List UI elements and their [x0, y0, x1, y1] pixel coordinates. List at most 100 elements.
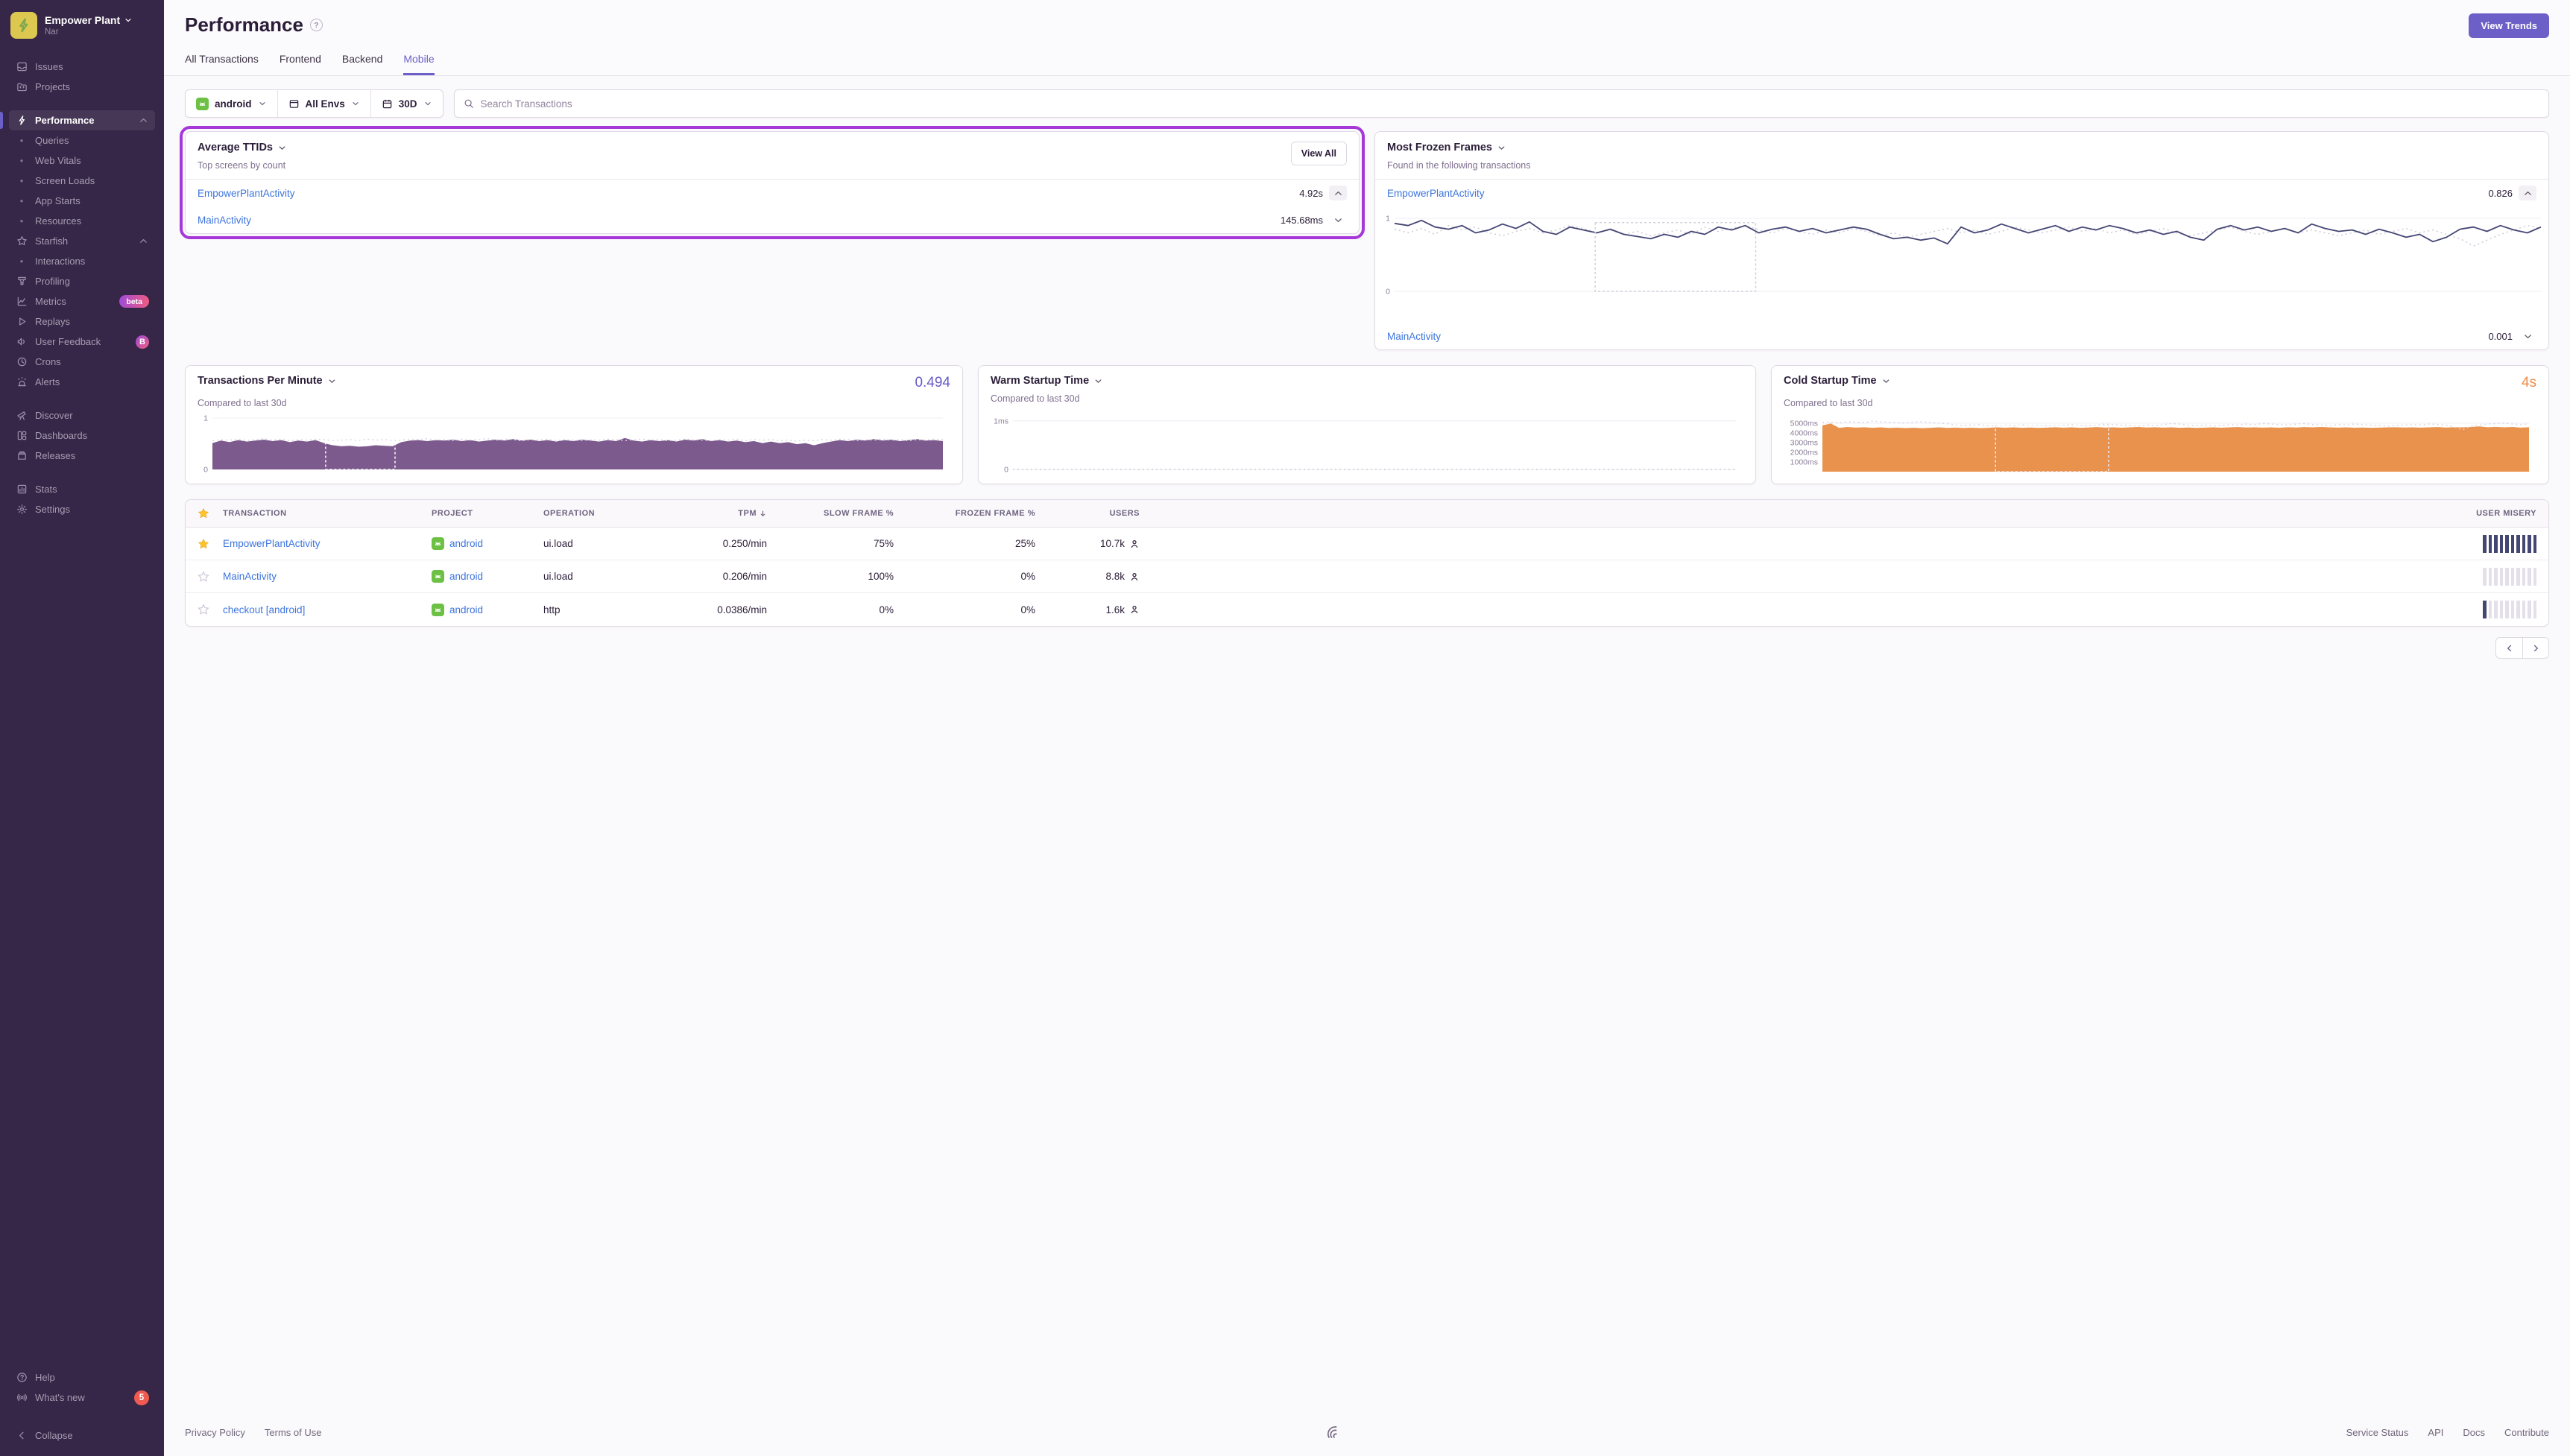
column-header-operation[interactable]: Operation — [543, 509, 648, 518]
chevron-down-icon[interactable] — [1497, 143, 1506, 153]
chevron-down-icon[interactable] — [1881, 376, 1891, 386]
sidebar-item-what-s-new[interactable]: What's new5 — [9, 1387, 155, 1408]
sidebar-item-collapse[interactable]: Collapse — [9, 1425, 155, 1446]
page-title: Performance ? — [185, 13, 323, 37]
column-header-slow-frame[interactable]: Slow Frame % — [824, 509, 894, 518]
footer-link-contribute[interactable]: Contribute — [2504, 1427, 2549, 1438]
chevron-down-icon — [351, 99, 360, 108]
star-toggle[interactable] — [198, 538, 223, 550]
expand-row-button[interactable] — [1329, 212, 1347, 227]
project-link[interactable]: android — [449, 604, 483, 615]
sidebar-item-discover[interactable]: Discover — [9, 405, 155, 425]
sidebar-item-metrics[interactable]: Metricsbeta — [9, 291, 155, 311]
footer-link-terms-of-use[interactable]: Terms of Use — [265, 1427, 322, 1438]
org-switcher[interactable]: Empower Plant Nar — [0, 0, 164, 46]
sidebar-item-help[interactable]: Help — [9, 1367, 155, 1387]
transaction-link[interactable]: checkout [android] — [223, 604, 305, 615]
sidebar-item-screen-loads[interactable]: •Screen Loads — [9, 171, 155, 191]
column-header-users[interactable]: Users — [1110, 509, 1140, 518]
sidebar-item-performance[interactable]: Performance — [9, 110, 155, 130]
sidebar-item-alerts[interactable]: Alerts — [9, 372, 155, 392]
bullet-icon: • — [15, 195, 28, 206]
footer-link-docs[interactable]: Docs — [2463, 1427, 2485, 1438]
environment-filter[interactable]: All Envs — [278, 90, 371, 117]
view-trends-button[interactable]: View Trends — [2469, 13, 2549, 38]
column-header-transaction[interactable]: Transaction — [223, 509, 432, 518]
slow-frame-cell: 100% — [868, 571, 894, 582]
sidebar-item-issues[interactable]: Issues — [9, 57, 155, 77]
sidebar-item-settings[interactable]: Settings — [9, 499, 155, 519]
sidebar-item-resources[interactable]: •Resources — [9, 211, 155, 231]
warm-card-subtitle: Compared to last 30d — [991, 393, 1743, 404]
project-link[interactable]: android — [449, 538, 483, 549]
footer-link-service-status[interactable]: Service Status — [2346, 1427, 2409, 1438]
warm-startup-card: Warm Startup Time Compared to last 30d 1… — [978, 365, 1756, 484]
transaction-link[interactable]: MainActivity — [1387, 331, 1441, 342]
collapse-row-button[interactable] — [2519, 186, 2536, 200]
chevUp-icon — [1333, 188, 1344, 199]
help-icon[interactable]: ? — [310, 19, 323, 31]
user-misery-bars — [2483, 601, 2536, 618]
view-all-button[interactable]: View All — [1291, 142, 1347, 165]
sidebar-item-user-feedback[interactable]: User FeedbackB — [9, 332, 155, 352]
chevron-down-icon[interactable] — [277, 143, 287, 153]
svg-text:4000ms: 4000ms — [1790, 428, 1818, 437]
tab-backend[interactable]: Backend — [342, 53, 382, 75]
sidebar-item-interactions[interactable]: •Interactions — [9, 251, 155, 271]
sidebar-item-releases[interactable]: Releases — [9, 446, 155, 466]
tab-mobile[interactable]: Mobile — [403, 53, 434, 75]
broadcast-icon — [16, 1392, 28, 1403]
frozen-card-subtitle: Found in the following transactions — [1387, 160, 1530, 171]
sidebar-item-stats[interactable]: Stats — [9, 479, 155, 499]
collapse-row-button[interactable] — [1329, 186, 1347, 200]
sidebar-item-starfish[interactable]: Starfish — [9, 231, 155, 251]
chevron-down-icon[interactable] — [327, 376, 337, 386]
star-toggle[interactable] — [198, 604, 223, 615]
sidebar-item-dashboards[interactable]: Dashboards — [9, 425, 155, 446]
sidebar-item-web-vitals[interactable]: •Web Vitals — [9, 151, 155, 171]
expand-row-button[interactable] — [2519, 329, 2536, 344]
project-link[interactable]: android — [449, 571, 483, 582]
star-toggle[interactable] — [198, 571, 223, 583]
sidebar-item-projects[interactable]: Projects — [9, 77, 155, 97]
transaction-link[interactable]: EmpowerPlantActivity — [1387, 188, 1485, 199]
slow-frame-cell: 0% — [879, 604, 894, 615]
tab-frontend[interactable]: Frontend — [280, 53, 321, 75]
sidebar-item-crons[interactable]: Crons — [9, 352, 155, 372]
table-row-mainactivity: MainActivity android ui.load 0.206/min 1… — [186, 560, 2548, 593]
warm-card-title: Warm Startup Time — [991, 375, 1089, 387]
star-outline-icon — [198, 604, 209, 615]
footer-link-api[interactable]: API — [2428, 1427, 2443, 1438]
transaction-link[interactable]: MainActivity — [198, 215, 251, 226]
cold-value: 4s — [2522, 375, 2536, 391]
frozen-card-title: Most Frozen Frames — [1387, 142, 1492, 153]
transaction-link[interactable]: EmpowerPlantActivity — [223, 538, 321, 549]
sidebar-item-replays[interactable]: Replays — [9, 311, 155, 332]
date-range-filter[interactable]: 30D — [371, 90, 443, 117]
search-box — [454, 89, 2549, 118]
chevUp-icon — [138, 115, 149, 126]
column-header-tpm[interactable]: TPM — [738, 509, 767, 518]
transaction-link[interactable]: EmpowerPlantActivity — [198, 188, 295, 199]
tab-all-transactions[interactable]: All Transactions — [185, 53, 259, 75]
sidebar-item-profiling[interactable]: Profiling — [9, 271, 155, 291]
chevron-down-icon[interactable] — [1093, 376, 1103, 386]
star-column-header[interactable] — [198, 507, 223, 519]
sidebar-item-app-starts[interactable]: •App Starts — [9, 191, 155, 211]
badge: 5 — [134, 1390, 149, 1405]
previous-page-button[interactable] — [2495, 637, 2522, 659]
next-page-button[interactable] — [2522, 637, 2549, 659]
project-filter[interactable]: android — [186, 90, 278, 117]
column-header-user-misery[interactable]: User Misery — [2476, 509, 2536, 518]
bullet-icon: • — [15, 256, 28, 267]
tpm-card: Transactions Per Minute 0.494 Compared t… — [185, 365, 963, 484]
sidebar-item-queries[interactable]: •Queries — [9, 130, 155, 151]
column-header-frozen-frame[interactable]: Frozen Frame % — [956, 509, 1035, 518]
android-icon — [432, 537, 444, 550]
footer-link-privacy-policy[interactable]: Privacy Policy — [185, 1427, 245, 1438]
frozen-frame-cell: 25% — [1015, 538, 1035, 549]
transaction-link[interactable]: MainActivity — [223, 571, 277, 582]
search-input[interactable] — [481, 98, 2539, 110]
accordion-row-mainactivity: MainActivity 0.001 — [1375, 323, 2548, 349]
column-header-project[interactable]: Project — [432, 509, 543, 518]
